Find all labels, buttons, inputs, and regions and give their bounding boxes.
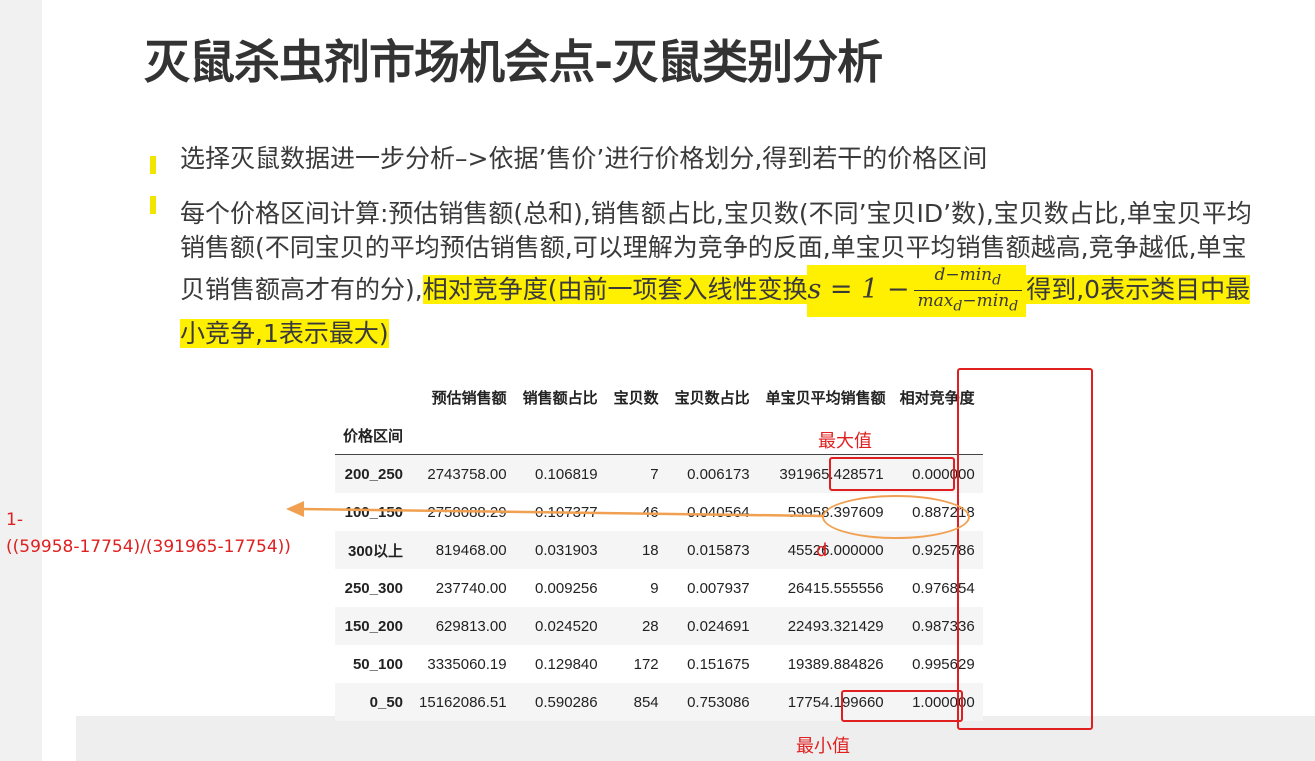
- column-header: 宝贝数占比: [674, 389, 750, 407]
- cell: 9: [650, 579, 659, 597]
- formula-lhs: s = 1 −: [807, 273, 910, 305]
- calculation-line-2: ((59958-17754)/(391965-17754)): [6, 537, 291, 557]
- row-label: 100_150: [344, 503, 404, 521]
- cell: 3335060.19: [427, 655, 507, 673]
- formula-numerator: d−min: [934, 265, 993, 285]
- cell: 22493.321429: [787, 617, 884, 635]
- cell: 0.753086: [687, 693, 750, 711]
- bullet-paragraph-2: 每个价格区间计算:预估销售额(总和),销售额占比,宝贝数(不同’宝贝ID’数),…: [180, 197, 1270, 351]
- calculation-line-1: 1-: [6, 510, 23, 530]
- cell: 0.151675: [687, 655, 750, 673]
- cell: 2758088.29: [427, 503, 507, 521]
- cell: 18: [641, 541, 659, 559]
- d-value-ellipse: [822, 495, 970, 539]
- formula-fraction: d−mind maxd−mind: [913, 265, 1023, 317]
- formula-sub: d: [992, 272, 1002, 289]
- bottom-bar: [76, 716, 1315, 761]
- cell: 0.040564: [687, 503, 750, 521]
- table-row: 50_100 3335060.19 0.129840 172 0.151675 …: [335, 645, 983, 683]
- cell: 0.129840: [535, 655, 598, 673]
- calculation-annotation: 1- ((59958-17754)/(391965-17754)): [6, 507, 291, 561]
- min-value-box: [841, 690, 963, 722]
- row-label: 150_200: [344, 617, 404, 635]
- cell: 2743758.00: [411, 454, 515, 493]
- cell: 0.031903: [535, 541, 598, 559]
- cell: 237740.00: [435, 579, 507, 597]
- column-header: 宝贝数: [613, 389, 659, 407]
- formula-denominator: max: [917, 291, 954, 312]
- row-label: 50_100: [352, 655, 404, 673]
- cell: 0.024520: [535, 617, 598, 635]
- column-header: 预估销售额: [431, 389, 507, 407]
- cell: 0.106819: [514, 454, 606, 493]
- row-label: 200_250: [335, 454, 412, 493]
- cell: 46: [641, 503, 659, 521]
- cell: 28: [641, 617, 659, 635]
- data-table: 预估销售额 销售额占比 宝贝数 宝贝数占比 单宝贝平均销售额 相对竞争度 价格区…: [335, 378, 983, 721]
- table-row: 150_200 629813.00 0.024520 28 0.024691 2…: [335, 607, 983, 645]
- cell: 0.024691: [687, 617, 750, 635]
- slide-title: 灭鼠杀虫剂市场机会点-灭鼠类别分析: [144, 35, 883, 89]
- cell: 0.007937: [687, 579, 750, 597]
- cell: 15162086.51: [419, 693, 507, 711]
- table-row: 250_300 237740.00 0.009256 9 0.007937 26…: [335, 569, 983, 607]
- bullet-paragraph-1: 选择灭鼠数据进一步分析–>依据’售价’进行价格划分,得到若干的价格区间: [180, 144, 988, 173]
- d-label: d: [816, 540, 828, 561]
- cell: 7: [605, 454, 667, 493]
- row-label: 300以上: [347, 542, 404, 560]
- formula: s = 1 − d−mind maxd−mind: [807, 265, 1027, 317]
- cell: 819468.00: [435, 541, 507, 559]
- row-label: 0_50: [369, 693, 404, 711]
- column-header: 销售额占比: [522, 389, 598, 407]
- max-value-label: 最大值: [818, 431, 872, 452]
- cell: 0.107377: [535, 503, 598, 521]
- cell: 0.009256: [535, 579, 598, 597]
- left-margin-strip: [0, 0, 42, 761]
- bullet-marker: [150, 196, 156, 214]
- cell: 172: [633, 655, 659, 673]
- cell: 0.590286: [535, 693, 598, 711]
- max-value-box: [829, 457, 955, 491]
- cell: 629813.00: [435, 617, 507, 635]
- index-name: 价格区间: [343, 427, 404, 445]
- cell: 0.006173: [666, 454, 758, 493]
- cell: 854: [633, 693, 659, 711]
- formula-denominator-2: −min: [962, 291, 1010, 312]
- formula-sub: d: [1009, 298, 1019, 315]
- min-value-label: 最小值: [796, 736, 850, 757]
- relative-competition-column-box: [957, 368, 1093, 730]
- cell: 26415.555556: [787, 579, 884, 597]
- cell: 19389.884826: [787, 655, 884, 673]
- column-header: 单宝贝平均销售额: [765, 389, 886, 407]
- highlight-text: 相对竞争度(由前一项套入线性变换: [422, 274, 808, 304]
- bullet-marker: [150, 156, 156, 174]
- cell: 0.015873: [687, 541, 750, 559]
- row-label: 250_300: [344, 579, 404, 597]
